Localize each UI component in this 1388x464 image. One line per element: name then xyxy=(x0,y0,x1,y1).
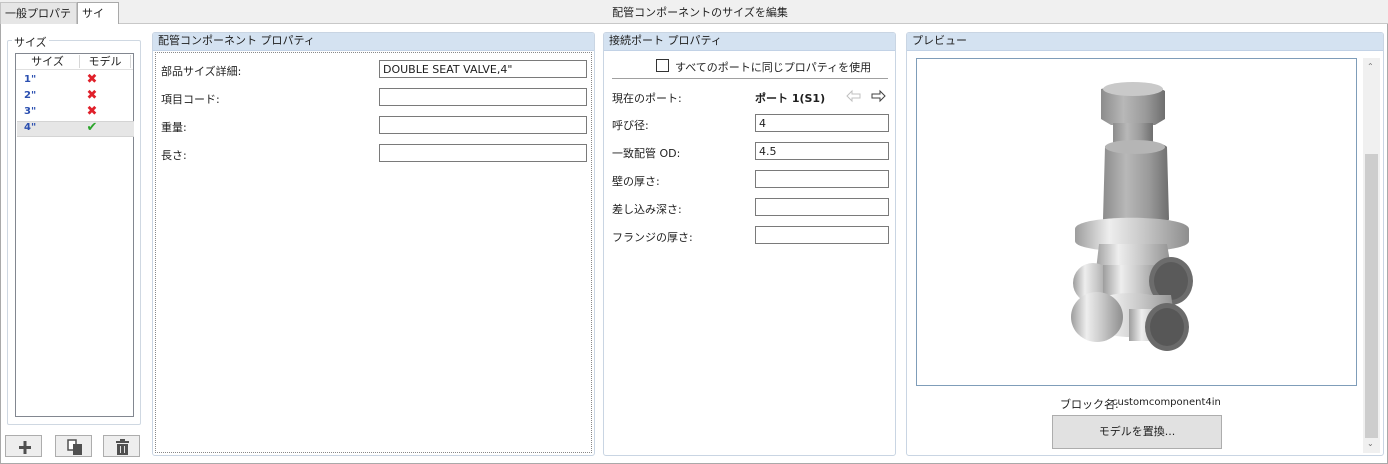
no-model-icon: ✖ xyxy=(86,72,98,87)
list-item-selected[interactable]: 4" ✔ xyxy=(17,120,134,137)
tab-sizes[interactable]: サイズ xyxy=(77,2,119,41)
list-item[interactable]: 2" ✖ xyxy=(17,88,134,105)
matching-pipe-od-label: 一致配管 OD: xyxy=(612,147,681,160)
divider xyxy=(612,78,888,79)
arrow-left-icon[interactable] xyxy=(846,89,862,103)
item-code-input[interactable] xyxy=(379,88,587,106)
add-size-button[interactable] xyxy=(5,435,42,457)
tab-general-properties[interactable]: 一般プロパティ xyxy=(0,2,77,41)
list-item[interactable]: 3" ✖ xyxy=(17,104,134,121)
model-preview[interactable] xyxy=(916,58,1357,386)
engagement-depth-input[interactable] xyxy=(755,198,889,216)
column-separator[interactable] xyxy=(130,55,131,68)
flange-thickness-label: フランジの厚さ: xyxy=(612,231,693,244)
panel-header: 配管コンポーネント プロパティ xyxy=(153,33,594,51)
copy-icon xyxy=(67,439,82,455)
component-properties-grid xyxy=(155,52,592,453)
panel-header: 接続ポート プロパティ xyxy=(604,33,895,51)
checkmark-icon: ✔ xyxy=(86,120,98,135)
trash-icon xyxy=(116,439,129,455)
preview-scrollbar[interactable]: ⌃ ⌄ xyxy=(1363,58,1380,453)
list-header: サイズ モデル xyxy=(16,54,133,70)
scroll-up-icon[interactable]: ⌃ xyxy=(1367,62,1374,71)
block-name-value: customcomponent4in xyxy=(1112,397,1221,408)
same-properties-label[interactable]: すべてのポートに同じプロパティを使用 xyxy=(675,59,871,75)
wall-thickness-label: 壁の厚さ: xyxy=(612,175,660,188)
delete-size-button[interactable] xyxy=(103,435,140,457)
arrow-right-icon[interactable] xyxy=(870,89,886,103)
nominal-diameter-label: 呼び径: xyxy=(612,119,649,132)
list-item[interactable]: 1" ✖ xyxy=(17,72,134,89)
size-label: 4" xyxy=(24,122,37,133)
copy-size-button[interactable] xyxy=(55,435,92,457)
length-input[interactable] xyxy=(379,144,587,162)
scroll-thumb[interactable] xyxy=(1365,154,1378,438)
flange-thickness-input[interactable] xyxy=(755,226,889,244)
item-code-label: 項目コード: xyxy=(161,93,220,106)
scroll-down-icon[interactable]: ⌄ xyxy=(1367,439,1374,448)
current-port-label: 現在のポート: xyxy=(612,92,682,105)
valve-model-image xyxy=(1071,82,1193,351)
engagement-depth-label: 差し込み深さ: xyxy=(612,203,682,216)
replace-model-button[interactable]: モデルを置換... xyxy=(1052,415,1222,449)
column-header-model[interactable]: モデル xyxy=(80,54,130,70)
plus-icon xyxy=(19,441,31,454)
sizes-list[interactable]: サイズ モデル 1" ✖ 2" ✖ 3" ✖ 4" ✔ xyxy=(15,53,134,417)
panel-header: プレビュー xyxy=(907,33,1383,51)
matching-pipe-od-input[interactable]: 4.5 xyxy=(755,142,889,160)
window-title: 配管コンポーネントのサイズを編集 xyxy=(612,6,788,19)
part-size-detail-label: 部品サイズ詳細: xyxy=(161,65,242,78)
weight-input[interactable] xyxy=(379,116,587,134)
wall-thickness-input[interactable] xyxy=(755,170,889,188)
current-port-value: ポート 1(S1) xyxy=(755,92,826,105)
no-model-icon: ✖ xyxy=(86,104,98,119)
size-label: 3" xyxy=(24,106,37,117)
column-header-size[interactable]: サイズ xyxy=(16,54,79,70)
sizes-group-title: サイズ xyxy=(12,34,49,50)
nominal-diameter-input[interactable]: 4 xyxy=(755,114,889,132)
part-size-detail-input[interactable]: DOUBLE SEAT VALVE,4" xyxy=(379,60,587,78)
same-properties-checkbox[interactable] xyxy=(656,59,669,72)
weight-label: 重量: xyxy=(161,121,187,134)
no-model-icon: ✖ xyxy=(86,88,98,103)
block-name-label: ブロック名: xyxy=(1060,398,1119,411)
length-label: 長さ: xyxy=(161,149,187,162)
size-label: 1" xyxy=(24,74,37,85)
size-label: 2" xyxy=(24,90,37,101)
